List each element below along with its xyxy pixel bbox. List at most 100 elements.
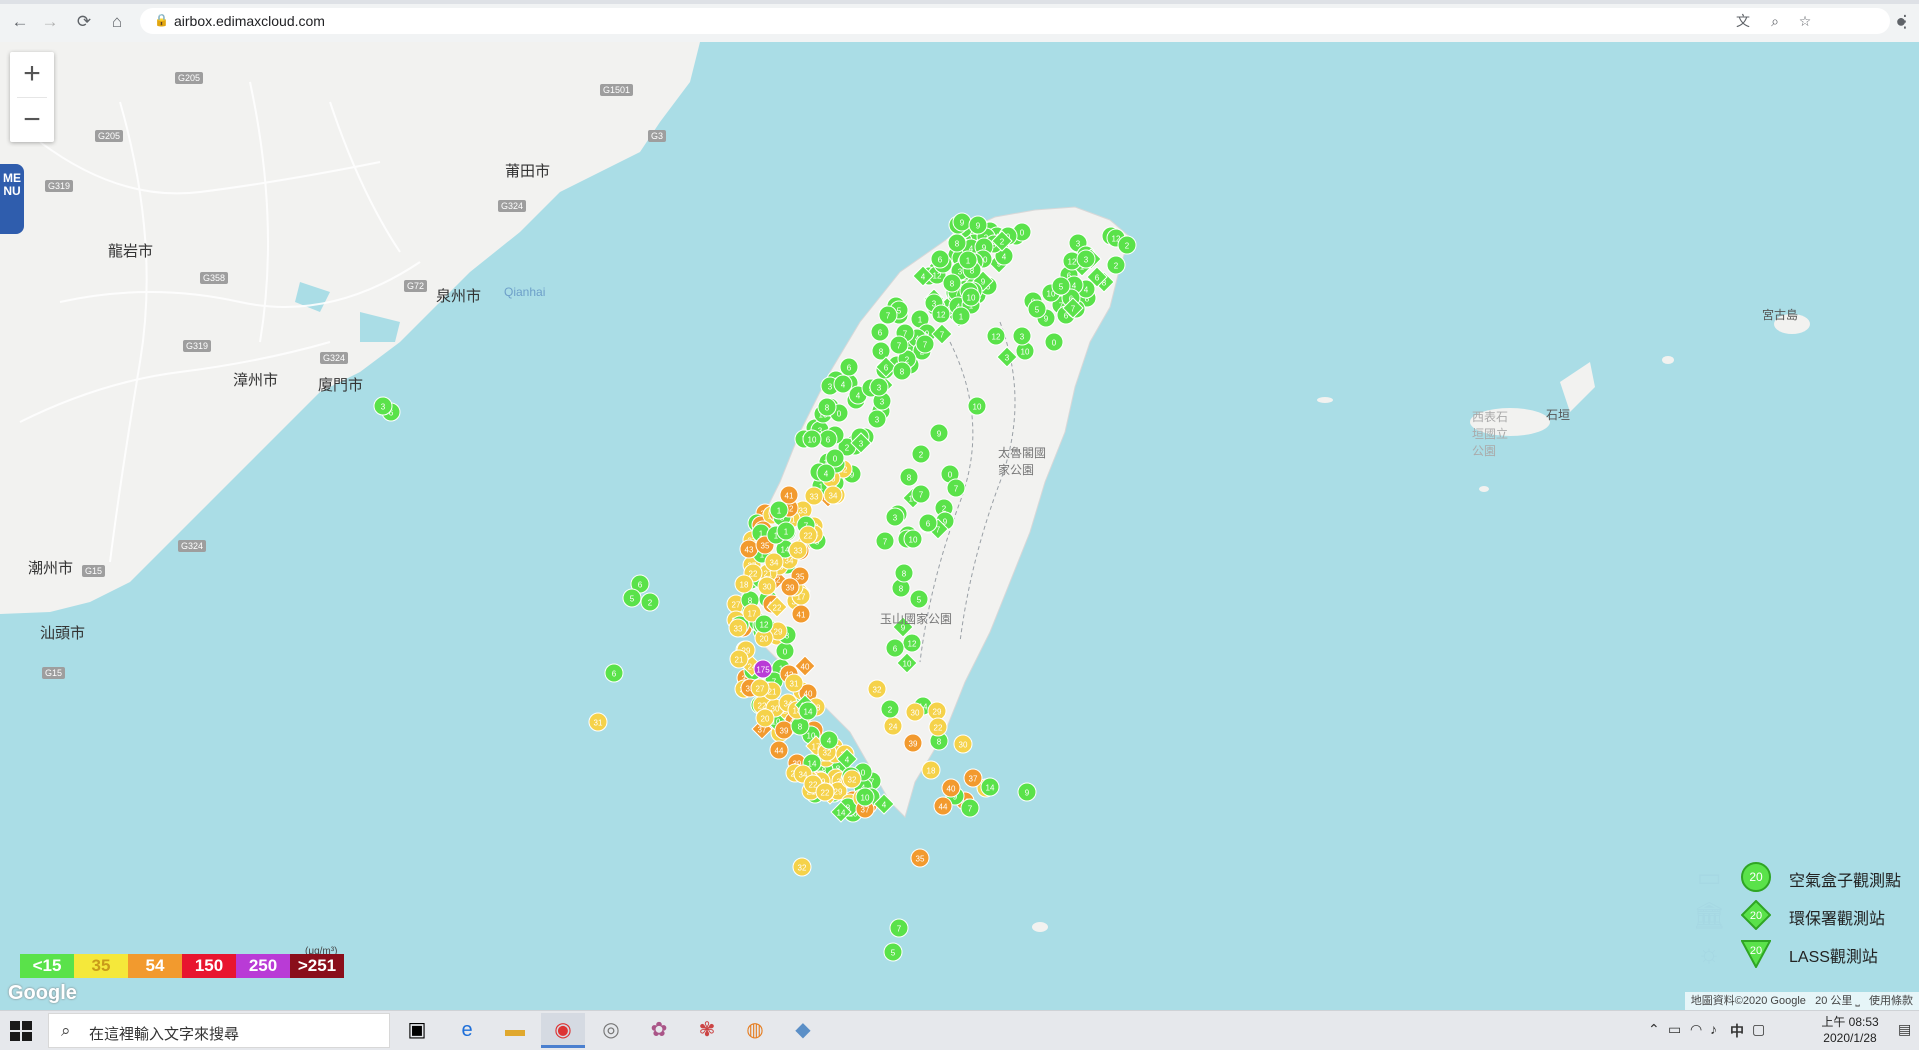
station-value: 0	[783, 648, 788, 657]
road-shield: G1501	[600, 84, 634, 96]
station-value: 44	[775, 747, 784, 756]
station-value: 10	[909, 536, 918, 545]
station-value: 44	[939, 803, 948, 812]
input-mode-icon[interactable]: ▢	[1752, 1021, 1765, 1038]
station-value: 35	[761, 542, 770, 551]
blender-icon[interactable]: ◍	[733, 1013, 777, 1048]
station-value: 4	[1084, 286, 1089, 295]
road-shield: G324	[498, 200, 527, 212]
place-label: 漳州市	[233, 372, 279, 389]
station-value: 0	[948, 471, 953, 480]
station-value: 18	[927, 767, 936, 776]
station-value: 7	[940, 331, 945, 340]
station-value: 6	[1095, 274, 1100, 283]
scale-swatch-unhealthy: 150	[182, 954, 236, 978]
bookmark-star-icon[interactable]: ☆	[1796, 12, 1814, 30]
station-value: 31	[790, 680, 799, 689]
station-value: 8	[879, 348, 884, 357]
menu-tab[interactable]: MENU	[0, 164, 24, 234]
station-value: 10	[808, 436, 817, 445]
station-value: 2	[648, 599, 653, 608]
browser-menu-icon[interactable]: ⋮	[1895, 12, 1915, 32]
station-value: 3	[1084, 256, 1089, 265]
scale-swatch-hazardous: >251	[290, 954, 344, 978]
app-icon[interactable]: ◎	[589, 1013, 633, 1048]
station-value: 30	[911, 709, 920, 718]
station-value: 39	[786, 584, 795, 593]
map-canvas[interactable]: 2782063926370658127353724312121493110278…	[0, 42, 1919, 1010]
station-value: 9	[960, 219, 965, 228]
file-explorer-icon[interactable]: ▬	[493, 1013, 537, 1048]
station-value: 4	[856, 392, 861, 401]
edge-browser-icon[interactable]: e	[445, 1013, 489, 1048]
clock[interactable]: 上午 08:53 2020/1/28	[1810, 1014, 1890, 1046]
station-value: 8	[798, 723, 803, 732]
zoom-in-button[interactable]: +	[10, 52, 54, 97]
station-value: 3	[958, 268, 963, 277]
station-value: 5	[891, 949, 896, 958]
forward-icon[interactable]: →	[40, 12, 60, 32]
taskbar-search-box[interactable]: ⌕ 在這裡輸入文字來搜尋	[48, 1013, 390, 1048]
station-value: 5	[1059, 283, 1064, 292]
legend-row-airbox: ▭ 20 空氣盒子觀測點	[1689, 860, 1919, 894]
station-value: 27	[756, 685, 765, 694]
app-icon[interactable]: ✿	[637, 1013, 681, 1048]
app-icon[interactable]: ◆	[781, 1013, 825, 1048]
pm25-color-scale: <15 35 54 150 250 >251	[20, 954, 344, 978]
station-value: 1	[918, 316, 923, 325]
station-value: 12	[937, 311, 946, 320]
wifi-icon[interactable]: ◠	[1690, 1021, 1702, 1038]
task-view-icon[interactable]: ▣	[395, 1013, 439, 1048]
notification-icon[interactable]: ▤	[1898, 1021, 1911, 1038]
station-value: 8	[937, 738, 942, 747]
station-value: 8	[902, 570, 907, 579]
place-label: Qianhai	[504, 285, 546, 299]
station-value: 4	[827, 737, 832, 746]
url-text[interactable]: airbox.edimaxcloud.com	[174, 13, 325, 29]
tab-strip	[0, 0, 1919, 4]
road-shield: G324	[178, 540, 207, 552]
station-value: 9	[981, 278, 986, 287]
reload-icon[interactable]: ⟳	[74, 12, 94, 32]
station-value: 3	[1005, 354, 1010, 363]
road-shield: G3	[648, 130, 667, 142]
zoom-icon[interactable]: ⌕	[1766, 12, 1784, 30]
station-value: 7	[1071, 305, 1076, 314]
chevron-up-icon[interactable]: ⌃	[1648, 1021, 1660, 1038]
road-shield: G324	[320, 352, 349, 364]
battery-icon[interactable]: ▭	[1668, 1021, 1681, 1038]
lock-icon: 🔒	[154, 13, 169, 27]
road-shield: G358	[200, 272, 229, 284]
windows-start-icon[interactable]	[8, 1019, 34, 1043]
app-icon[interactable]: ✾	[685, 1013, 729, 1048]
place-label: 玉山國家公園	[880, 612, 953, 626]
legend-label: LASS觀測站	[1789, 949, 1878, 966]
station-value: 34	[829, 492, 838, 501]
station-value: 32	[848, 776, 857, 785]
home-icon[interactable]: ⌂	[107, 12, 127, 32]
station-value: 17	[748, 610, 757, 619]
station-value: 9	[976, 222, 981, 231]
airbox-icon: ▭	[1696, 862, 1722, 892]
browser-toolbar: ← → ⟳ ⌂ 🔒 airbox.edimaxcloud.com 文 ⌕ ☆ ●…	[0, 0, 1919, 43]
station-value: 22	[821, 789, 830, 798]
station-value: 6	[893, 645, 898, 654]
station-value: 20	[761, 715, 770, 724]
station-value: 0	[1052, 339, 1057, 348]
address-bar[interactable]: 🔒 airbox.edimaxcloud.com 文 ⌕ ☆ ●	[140, 8, 1906, 34]
ime-indicator[interactable]: 中	[1730, 1021, 1744, 1041]
station-value: 6	[612, 670, 617, 679]
terms-link[interactable]: 使用條款	[1869, 995, 1913, 1007]
station-value: 4	[882, 801, 887, 810]
station-value: 12	[1068, 258, 1077, 267]
zoom-out-button[interactable]: −	[10, 98, 54, 143]
volume-icon[interactable]: ♪	[1710, 1021, 1717, 1037]
station-value: 2	[919, 451, 924, 460]
chrome-icon[interactable]: ◉	[541, 1013, 585, 1048]
station-value: 6	[884, 364, 889, 373]
station-value: 8	[900, 368, 905, 377]
translate-icon[interactable]: 文	[1734, 12, 1752, 30]
clock-date: 2020/1/28	[1823, 1031, 1877, 1045]
station-value: 10	[861, 794, 870, 803]
back-icon[interactable]: ←	[10, 12, 30, 32]
